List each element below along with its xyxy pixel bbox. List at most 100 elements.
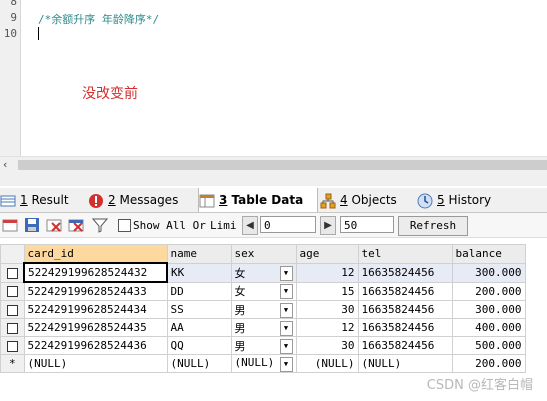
tab-number: 2 bbox=[108, 193, 116, 207]
table-row[interactable]: 522429199628524433 DD 女 ▼ 15 16635824456 … bbox=[0, 281, 526, 301]
row-selector[interactable] bbox=[0, 281, 25, 301]
cell-balance[interactable]: 300.000 bbox=[451, 300, 526, 319]
limit-input[interactable]: 50 bbox=[340, 216, 394, 233]
delete-all-icon[interactable] bbox=[68, 217, 84, 233]
row-selector[interactable] bbox=[0, 262, 25, 283]
tab-number: 4 bbox=[340, 193, 348, 207]
cell-sex[interactable]: 女 ▼ bbox=[230, 281, 297, 301]
row-checkbox[interactable] bbox=[6, 322, 18, 334]
scroll-left-icon[interactable]: ‹ bbox=[3, 158, 7, 171]
new-row[interactable]: * (NULL) (NULL) (NULL) ▼ (NULL) (NULL) 20… bbox=[0, 354, 526, 373]
next-page-button[interactable]: ▶ bbox=[320, 216, 336, 235]
line-number: 9 bbox=[10, 11, 17, 24]
chevron-down-icon[interactable]: ▼ bbox=[279, 356, 293, 372]
cell-sex[interactable]: 女 ▼ bbox=[230, 262, 297, 283]
tab-table-data[interactable]: 3 Table Data bbox=[198, 188, 318, 212]
insert-row-icon[interactable] bbox=[2, 217, 18, 233]
cell-tel[interactable]: 16635824456 bbox=[357, 300, 453, 319]
row-selector[interactable] bbox=[0, 336, 25, 355]
column-header-sex[interactable]: sex bbox=[230, 244, 297, 264]
show-all-checkbox[interactable] bbox=[118, 219, 131, 232]
column-header-card-id[interactable]: card_id bbox=[23, 244, 168, 264]
cell-balance[interactable]: 500.000 bbox=[451, 336, 526, 355]
cell-age[interactable]: 30 bbox=[295, 300, 359, 319]
cell-sex[interactable]: (NULL) ▼ bbox=[230, 354, 297, 373]
row-checkbox[interactable] bbox=[6, 340, 18, 352]
cell-tel[interactable]: 16635824456 bbox=[357, 281, 453, 301]
row-selector[interactable] bbox=[0, 300, 25, 319]
cell-name[interactable]: SS bbox=[166, 300, 232, 319]
tab-objects[interactable]: 4 Objects bbox=[320, 188, 410, 212]
chevron-down-icon[interactable]: ▼ bbox=[279, 284, 293, 300]
offset-input[interactable]: 0 bbox=[260, 216, 316, 233]
tab-label: Objects bbox=[351, 193, 397, 207]
column-header-name[interactable]: name bbox=[166, 244, 232, 264]
cell-tel[interactable]: (NULL) bbox=[357, 354, 453, 373]
cell-name[interactable]: DD bbox=[166, 281, 232, 301]
tab-result[interactable]: 1 Result bbox=[0, 188, 80, 212]
cell-age[interactable]: 30 bbox=[295, 336, 359, 355]
cell-name[interactable]: AA bbox=[166, 318, 232, 337]
prev-page-button[interactable]: ◀ bbox=[242, 216, 258, 235]
result-tabs: 1 Result 2 Messages 3 Table Data 4 Objec… bbox=[0, 188, 547, 213]
text-caret bbox=[38, 27, 39, 40]
corner-cell bbox=[0, 244, 25, 264]
cell-tel[interactable]: 16635824456 bbox=[357, 318, 453, 337]
grid-icon bbox=[0, 195, 16, 206]
column-header-tel[interactable]: tel bbox=[357, 244, 453, 264]
cell-sex[interactable]: 男 ▼ bbox=[230, 300, 297, 319]
cell-card-id[interactable]: 522429199628524435 bbox=[23, 318, 168, 337]
cell-balance[interactable]: 300.000 bbox=[451, 262, 526, 283]
row-checkbox[interactable] bbox=[6, 304, 18, 316]
cell-card-id[interactable]: 522429199628524432 bbox=[23, 262, 168, 283]
cell-sex[interactable]: 男 ▼ bbox=[230, 336, 297, 355]
column-header-balance[interactable]: balance bbox=[451, 244, 526, 264]
cell-tel[interactable]: 16635824456 bbox=[357, 262, 453, 283]
cell-name[interactable]: KK bbox=[166, 262, 232, 283]
row-checkbox[interactable] bbox=[6, 286, 18, 298]
objects-icon bbox=[320, 193, 336, 208]
horizontal-scrollbar[interactable]: ‹ bbox=[0, 156, 547, 173]
table-row[interactable]: 522429199628524432 KK 女 ▼ 12 16635824456 … bbox=[0, 262, 526, 283]
cell-card-id[interactable]: 522429199628524434 bbox=[23, 300, 168, 319]
delete-row-icon[interactable] bbox=[46, 217, 62, 233]
tab-history[interactable]: 5 History bbox=[417, 188, 507, 212]
cell-sex[interactable]: 男 ▼ bbox=[230, 318, 297, 337]
chevron-down-icon[interactable]: ▼ bbox=[279, 302, 293, 318]
watermark: CSDN @红客白帽 bbox=[426, 378, 533, 393]
cell-age[interactable]: 12 bbox=[295, 262, 359, 283]
table-row[interactable]: 522429199628524434 SS 男 ▼ 30 16635824456 … bbox=[0, 300, 526, 319]
filter-icon[interactable] bbox=[92, 217, 108, 233]
cell-name[interactable]: QQ bbox=[166, 336, 232, 355]
chevron-down-icon[interactable]: ▼ bbox=[279, 265, 293, 281]
cell-card-id[interactable]: 522429199628524433 bbox=[23, 281, 168, 301]
refresh-button[interactable]: Refresh bbox=[398, 216, 468, 236]
cell-card-id[interactable]: 522429199628524436 bbox=[23, 336, 168, 355]
sql-editor[interactable]: 8 9 10 /*余额升序 年龄降序*/ 没改变前 ‹ bbox=[0, 0, 547, 173]
cell-sex-value: 女 bbox=[234, 285, 246, 299]
splitter[interactable] bbox=[0, 172, 547, 186]
cell-balance[interactable]: 200.000 bbox=[451, 354, 526, 373]
cell-name[interactable]: (NULL) bbox=[166, 354, 232, 373]
cell-balance[interactable]: 400.000 bbox=[451, 318, 526, 337]
chevron-down-icon[interactable]: ▼ bbox=[279, 320, 293, 336]
tab-label: Messages bbox=[119, 193, 179, 207]
table-row[interactable]: 522429199628524436 QQ 男 ▼ 30 16635824456 … bbox=[0, 336, 526, 355]
save-icon[interactable] bbox=[24, 217, 40, 233]
cell-age[interactable]: 12 bbox=[295, 318, 359, 337]
tab-messages[interactable]: 2 Messages bbox=[88, 188, 192, 212]
table-row[interactable]: 522429199628524435 AA 男 ▼ 12 16635824456 … bbox=[0, 318, 526, 337]
scrollbar-thumb[interactable] bbox=[18, 160, 547, 170]
cell-age[interactable]: 15 bbox=[295, 281, 359, 301]
cell-balance[interactable]: 200.000 bbox=[451, 281, 526, 301]
fold-margin bbox=[21, 0, 35, 160]
chevron-down-icon[interactable]: ▼ bbox=[279, 338, 293, 354]
tab-label: Result bbox=[31, 193, 69, 207]
row-checkbox[interactable] bbox=[6, 267, 18, 279]
cell-age[interactable]: (NULL) bbox=[295, 354, 359, 373]
cell-tel[interactable]: 16635824456 bbox=[357, 336, 453, 355]
column-header-age[interactable]: age bbox=[295, 244, 359, 264]
tab-number: 3 bbox=[219, 193, 228, 207]
row-selector[interactable] bbox=[0, 318, 25, 337]
cell-card-id[interactable]: (NULL) bbox=[23, 354, 168, 373]
